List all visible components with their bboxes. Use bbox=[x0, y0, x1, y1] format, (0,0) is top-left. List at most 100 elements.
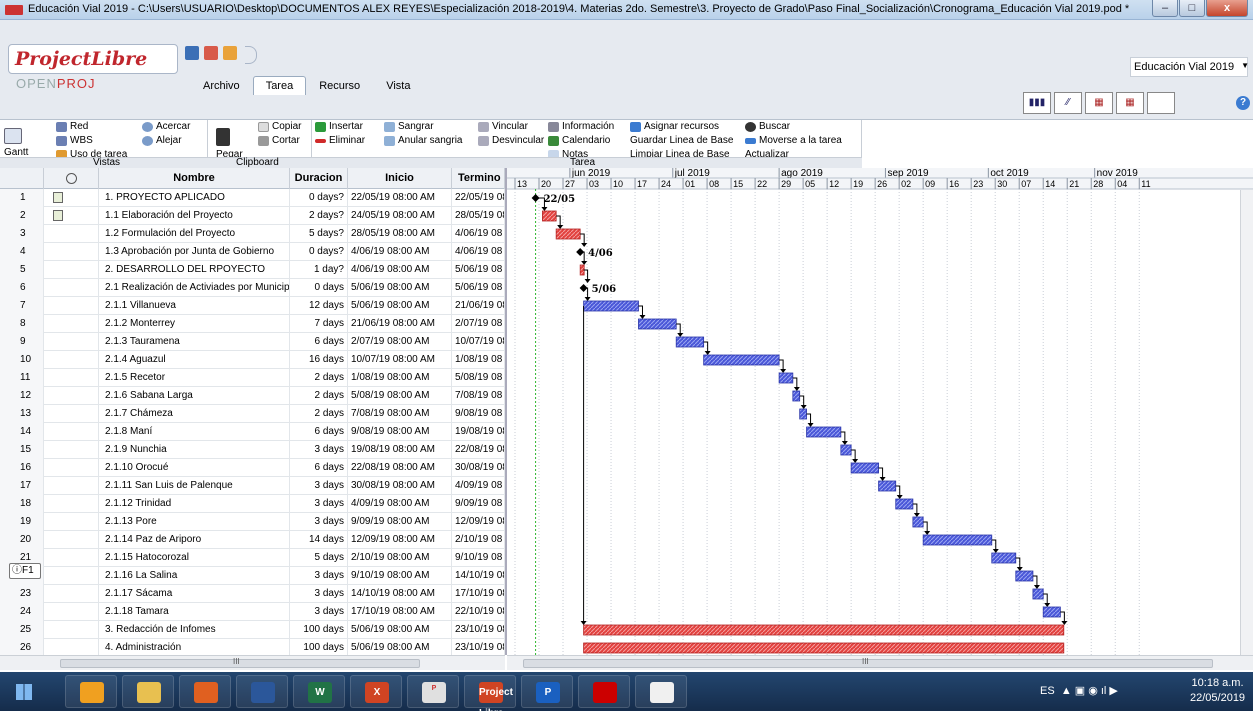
start-cell[interactable]: 21/06/19 08:00 AM bbox=[348, 315, 452, 333]
duration-cell[interactable]: 3 days bbox=[290, 513, 348, 531]
tray-icons[interactable]: ▲ ▣ ◉ ıl ▶ bbox=[1061, 685, 1118, 697]
task-name-cell[interactable]: 2.1.16 La Salina bbox=[99, 567, 290, 585]
row-number[interactable]: 26 bbox=[0, 639, 44, 655]
taskbar-item[interactable]: W bbox=[293, 675, 345, 708]
table-row[interactable]: 1 1. PROYECTO APLICADO 0 days? 22/05/19 08:… bbox=[0, 189, 505, 207]
table-row[interactable]: 17 2.1.11 San Luis de Palenque 3 days 30/08… bbox=[0, 477, 505, 495]
table-row[interactable]: 12 2.1.6 Sabana Larga 2 days 5/08/19 08:00 … bbox=[0, 387, 505, 405]
red-button[interactable]: Red bbox=[56, 121, 88, 132]
start-cell[interactable]: 2/10/19 08:00 AM bbox=[348, 549, 452, 567]
start-cell[interactable]: 5/06/19 08:00 AM bbox=[348, 639, 452, 655]
row-indicators[interactable] bbox=[44, 243, 99, 261]
start-cell[interactable]: 9/10/19 08:00 AM bbox=[348, 567, 452, 585]
start-cell[interactable]: 4/09/19 08:00 AM bbox=[348, 495, 452, 513]
row-number[interactable]: 7 bbox=[0, 297, 44, 315]
header-indicators[interactable] bbox=[44, 168, 99, 189]
duration-cell[interactable]: 5 days bbox=[290, 549, 348, 567]
desvincular-button[interactable]: Desvincular bbox=[478, 135, 544, 146]
histogram-view-icon[interactable]: ▮▮▮ bbox=[1023, 92, 1051, 114]
task-usage-icon[interactable]: ▦ bbox=[1116, 92, 1144, 114]
task-bar[interactable] bbox=[1015, 570, 1034, 582]
task-bar[interactable] bbox=[675, 336, 705, 348]
task-bar[interactable] bbox=[778, 372, 794, 384]
task-bar[interactable] bbox=[1042, 606, 1061, 618]
row-number[interactable]: 1 bbox=[0, 189, 44, 207]
maximize-button[interactable]: □ bbox=[1179, 0, 1205, 17]
duration-cell[interactable]: 12 days bbox=[290, 297, 348, 315]
table-row[interactable]: 222.1.16 La Salina3 days9/10/19 08:00 AM… bbox=[0, 567, 505, 585]
start-cell[interactable]: 9/08/19 08:00 AM bbox=[348, 423, 452, 441]
minimize-button[interactable]: – bbox=[1152, 0, 1178, 17]
start-cell[interactable]: 5/06/19 08:00 AM bbox=[348, 621, 452, 639]
task-name-cell[interactable]: 1. PROYECTO APLICADO bbox=[99, 189, 290, 207]
task-name-cell[interactable]: 2.1.17 Sácama bbox=[99, 585, 290, 603]
row-indicators[interactable] bbox=[44, 189, 99, 207]
row-indicators[interactable] bbox=[44, 261, 99, 279]
end-cell[interactable]: 4/09/19 08 bbox=[452, 477, 505, 495]
start-cell[interactable]: 17/10/19 08:00 AM bbox=[348, 603, 452, 621]
tab-archivo[interactable]: Archivo bbox=[190, 76, 253, 95]
end-cell[interactable]: 23/10/19 08 bbox=[452, 621, 505, 639]
row-number[interactable]: 16 bbox=[0, 459, 44, 477]
task-name-cell[interactable]: 2.1.1 Villanueva bbox=[99, 297, 290, 315]
task-name-cell[interactable]: 2.1.11 San Luis de Palenque bbox=[99, 477, 290, 495]
help-icon[interactable]: ? bbox=[1236, 96, 1250, 110]
tab-tarea[interactable]: Tarea bbox=[252, 76, 307, 95]
taskbar-item[interactable] bbox=[578, 675, 630, 708]
row-indicators[interactable] bbox=[44, 369, 99, 387]
duration-cell[interactable]: 3 days bbox=[290, 495, 348, 513]
row-indicators[interactable] bbox=[44, 639, 99, 655]
task-bar[interactable] bbox=[850, 462, 879, 474]
gantt-horizontal-scrollbar[interactable]: III bbox=[507, 655, 1253, 670]
end-cell[interactable]: 22/10/19 08 bbox=[452, 603, 505, 621]
task-bar[interactable] bbox=[840, 444, 852, 456]
table-row[interactable]: 26 4. Administración 100 days 5/06/19 08:00… bbox=[0, 639, 505, 655]
duration-cell[interactable]: 3 days bbox=[290, 603, 348, 621]
row-number[interactable]: 9 bbox=[0, 333, 44, 351]
task-bar[interactable] bbox=[583, 300, 639, 312]
row-number[interactable]: 19 bbox=[0, 513, 44, 531]
task-name-cell[interactable]: 1.2 Formulación del Proyecto bbox=[99, 225, 290, 243]
row-indicators[interactable] bbox=[44, 423, 99, 441]
taskbar-item[interactable]: Project Libre bbox=[464, 675, 516, 711]
summary-bar[interactable] bbox=[542, 210, 557, 222]
table-row[interactable]: 23 2.1.17 Sácama 3 days 14/10/19 08:00 AM 17… bbox=[0, 585, 505, 603]
start-button[interactable] bbox=[6, 678, 40, 706]
table-row[interactable]: 25 3. Redacción de Infomes 100 days 5/06/19… bbox=[0, 621, 505, 639]
task-name-cell[interactable]: 2. DESARROLLO DEL RPOYECTO bbox=[99, 261, 290, 279]
end-cell[interactable]: 2/10/19 08 bbox=[452, 531, 505, 549]
duration-cell[interactable]: 3 days bbox=[290, 585, 348, 603]
start-cell[interactable]: 5/06/19 08:00 AM bbox=[348, 297, 452, 315]
row-number[interactable]: 5 bbox=[0, 261, 44, 279]
task-name-cell[interactable]: 2.1.12 Trinidad bbox=[99, 495, 290, 513]
row-indicators[interactable] bbox=[44, 585, 99, 603]
row-number[interactable]: 3 bbox=[0, 225, 44, 243]
end-cell[interactable]: 12/09/19 08 bbox=[452, 513, 505, 531]
task-name-cell[interactable]: 3. Redacción de Infomes bbox=[99, 621, 290, 639]
row-number[interactable]: 14 bbox=[0, 423, 44, 441]
row-indicators[interactable] bbox=[44, 621, 99, 639]
redo-icon[interactable] bbox=[223, 46, 237, 60]
table-row[interactable]: 16 2.1.10 Orocué 6 days 22/08/19 08:00 AM 30… bbox=[0, 459, 505, 477]
row-number[interactable]: 23 bbox=[0, 585, 44, 603]
row-indicators[interactable] bbox=[44, 441, 99, 459]
summary-bar[interactable] bbox=[555, 228, 581, 240]
table-horizontal-scrollbar[interactable]: III bbox=[0, 655, 505, 670]
duration-cell[interactable]: 3 days bbox=[290, 477, 348, 495]
row-number[interactable]: 12 bbox=[0, 387, 44, 405]
chart-view-icon[interactable]: ⁄⁄ bbox=[1054, 92, 1082, 114]
duration-cell[interactable]: 2 days bbox=[290, 405, 348, 423]
table-row[interactable]: 6 2.1 Realización de Activiades por Munic… bbox=[0, 279, 505, 297]
end-cell[interactable]: 9/08/19 08 bbox=[452, 405, 505, 423]
task-name-cell[interactable]: 2.1.5 Recetor bbox=[99, 369, 290, 387]
duration-cell[interactable]: 3 days bbox=[290, 567, 348, 585]
start-cell[interactable]: 4/06/19 08:00 AM bbox=[348, 261, 452, 279]
end-cell[interactable]: 17/10/19 08 bbox=[452, 585, 505, 603]
duration-cell[interactable]: 2 days? bbox=[290, 207, 348, 225]
task-name-cell[interactable]: 2.1.2 Monterrey bbox=[99, 315, 290, 333]
task-name-cell[interactable]: 2.1.15 Hatocorozal bbox=[99, 549, 290, 567]
end-cell[interactable]: 5/06/19 08 bbox=[452, 261, 505, 279]
note-icon[interactable] bbox=[53, 192, 63, 203]
task-bar[interactable] bbox=[792, 390, 801, 402]
table-row[interactable]: 18 2.1.12 Trinidad 3 days 4/09/19 08:00 AM 9… bbox=[0, 495, 505, 513]
